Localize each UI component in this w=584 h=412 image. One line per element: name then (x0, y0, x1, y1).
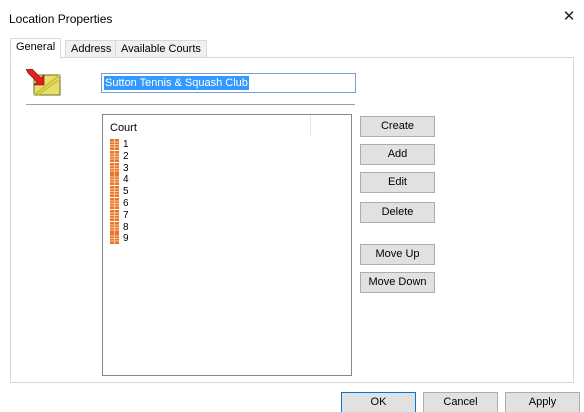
court-icon (110, 209, 119, 221)
column-divider[interactable] (310, 115, 311, 137)
list-item[interactable]: 4 (110, 174, 129, 186)
court-label: 9 (123, 233, 129, 245)
edit-button[interactable]: Edit (360, 172, 435, 193)
close-button[interactable]: ✕ (554, 4, 584, 30)
list-item[interactable]: 7 (110, 209, 129, 222)
court-label: 7 (123, 209, 129, 221)
court-label: 3 (123, 162, 129, 174)
move-down-button[interactable]: Move Down (360, 272, 435, 293)
tab-address[interactable]: Address (65, 40, 118, 58)
tab-strip: General Address Available Courts (10, 38, 570, 59)
window-title: Location Properties (9, 12, 113, 26)
court-icon (110, 174, 119, 186)
list-item[interactable]: 5 (110, 186, 129, 198)
title-bar: Location Properties ✕ (0, 0, 584, 32)
court-icon (110, 197, 119, 209)
court-label: 5 (123, 186, 129, 198)
court-items: 123456789 (110, 139, 129, 245)
column-header-court[interactable]: Court (110, 122, 137, 134)
court-icon (110, 233, 119, 245)
court-icon (110, 162, 119, 174)
court-label: 1 (123, 139, 129, 150)
court-icon (110, 186, 119, 198)
add-button[interactable]: Add (360, 144, 435, 165)
location-name-selected-text: Sutton Tennis & Squash Club (104, 76, 249, 90)
create-button[interactable]: Create (360, 116, 435, 137)
location-edit-icon (25, 68, 62, 97)
tab-available-courts[interactable]: Available Courts (115, 40, 207, 58)
list-item[interactable]: 3 (110, 162, 129, 175)
list-item[interactable]: 8 (110, 221, 129, 234)
cancel-button[interactable]: Cancel (423, 392, 498, 412)
dialog-footer: OK Cancel Apply (0, 388, 584, 412)
court-label: 4 (123, 174, 129, 186)
courts-list[interactable]: Court 123456789 (102, 114, 352, 376)
list-item[interactable]: 9 (110, 233, 129, 245)
list-item[interactable]: 6 (110, 197, 129, 210)
move-up-button[interactable]: Move Up (360, 244, 435, 265)
list-item[interactable]: 2 (110, 150, 129, 163)
ok-button[interactable]: OK (341, 392, 416, 412)
court-icon (110, 221, 119, 233)
court-icon (110, 139, 119, 150)
tab-general[interactable]: General (10, 38, 62, 59)
list-header[interactable]: Court (103, 115, 351, 137)
court-icon (110, 150, 119, 162)
court-label: 6 (123, 197, 129, 209)
court-label: 2 (123, 150, 129, 162)
delete-button[interactable]: Delete (360, 202, 435, 223)
location-name-input[interactable]: Sutton Tennis & Squash Club (101, 73, 356, 93)
list-item[interactable]: 1 (110, 139, 129, 151)
separator (26, 104, 355, 106)
close-icon: ✕ (562, 8, 576, 25)
court-label: 8 (123, 221, 129, 233)
apply-button[interactable]: Apply (505, 392, 580, 412)
